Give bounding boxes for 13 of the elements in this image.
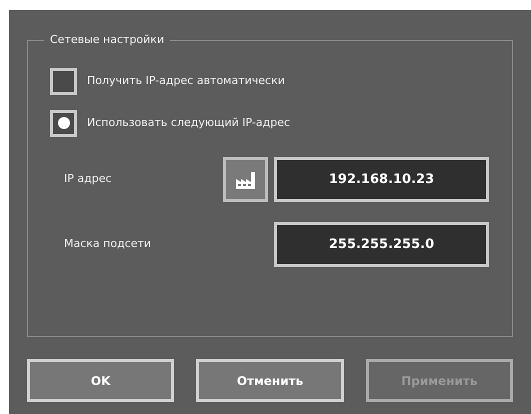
option-label: Использовать следующий IP-адрес — [87, 114, 290, 131]
field-label: IP адрес — [64, 171, 113, 188]
option-box[interactable] — [50, 68, 77, 94]
factory-icon — [234, 170, 256, 188]
group-title: Сетевые настройки — [44, 32, 170, 48]
text-field[interactable]: 255.255.255.0 — [274, 222, 489, 267]
selected-option-box[interactable] — [50, 110, 77, 136]
dialog-button[interactable]: OK — [27, 359, 174, 402]
field-label: Маска подсети — [64, 236, 152, 252]
text-field[interactable]: 192.168.10.23 — [274, 157, 489, 202]
option-label: Получить IP-адрес автоматически — [87, 72, 285, 89]
factory-button[interactable] — [223, 157, 268, 202]
dialog-button[interactable]: Отменить — [196, 359, 344, 402]
